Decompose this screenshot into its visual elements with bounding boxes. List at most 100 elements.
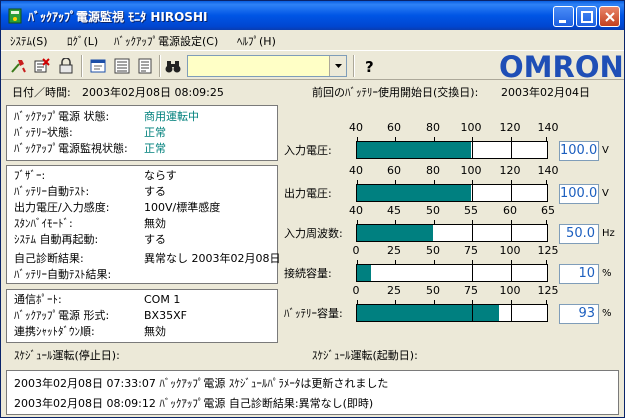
monitor-state-label: ﾊﾞｯｸｱｯﾌﾟ電源監視状態: xyxy=(14,142,128,155)
lock-icon[interactable] xyxy=(55,55,77,77)
gauge-unit: % xyxy=(602,268,612,279)
status-panel: ﾊﾞｯｸｱｯﾌﾟ電源 状態: 商用運転中 ﾊﾞｯﾃﾘｰ状態: 正常 ﾊﾞｯｸｱｯ… xyxy=(6,105,278,161)
ups-model-label: ﾊﾞｯｸｱｯﾌﾟ電源 形式: xyxy=(14,309,110,322)
svg-text:?: ? xyxy=(365,58,374,74)
datetime-label: 日付／時間: xyxy=(12,86,71,99)
comm-panel: 通信ﾎﾟｰﾄ: COM 1 ﾊﾞｯｸｱｯﾌﾟ電源 形式: BX35XF 連携ｼｬ… xyxy=(6,289,278,343)
gauge-label: 出力電圧: xyxy=(284,187,332,200)
menu-bar: ｼｽﾃﾑ(S) ﾛｸﾞ(L) ﾊﾞｯｸｱｯﾌﾟ電源設定(C) ﾍﾙﾌﾟ(H) xyxy=(1,30,624,50)
ups-model-value: BX35XF xyxy=(144,309,187,322)
gauge-scale-label: 75 xyxy=(464,284,478,297)
gauge-tick xyxy=(546,260,547,265)
gauge-tick xyxy=(357,220,358,225)
binoculars-icon[interactable] xyxy=(162,55,184,77)
shutdown-order-value: 無効 xyxy=(144,325,166,338)
gauge-threshold-mark xyxy=(472,265,473,281)
settings-panel: ﾌﾞｻﾞｰ: ならす ﾊﾞｯﾃﾘｰ自動ﾃｽﾄ: する 出力電圧/入力感度: 10… xyxy=(6,165,281,284)
gauge-unit: V xyxy=(602,188,609,199)
gauge-tick xyxy=(395,180,396,185)
output-voltage-value: 100V/標準感度 xyxy=(144,201,221,214)
battery-autotest-label: ﾊﾞｯﾃﾘｰ自動ﾃｽﾄ: xyxy=(14,185,90,198)
gauge-tick xyxy=(546,180,547,185)
menu-help[interactable]: ﾍﾙﾌﾟ(H) xyxy=(237,33,276,49)
shutdown-order-label: 連携ｼｬｯﾄﾀﾞｳﾝ順: xyxy=(14,325,95,338)
event-log[interactable]: 2003年02月08日 07:33:07 ﾊﾞｯｸｱｯﾌﾟ電源 ｽｹｼﾞｭｰﾙﾊ… xyxy=(6,370,619,415)
gauge-fill xyxy=(357,305,499,321)
self-diagnosis-value: 異常なし 2003年02月08日 xyxy=(144,252,281,265)
monitor-state-value: 正常 xyxy=(144,142,166,155)
gauge-scale-label: 100 xyxy=(499,284,521,297)
minimize-button[interactable] xyxy=(553,6,574,27)
menu-log[interactable]: ﾛｸﾞ(L) xyxy=(67,33,98,49)
list-icon[interactable] xyxy=(111,55,133,77)
gauge-scale-label: 40 xyxy=(349,204,363,217)
standby-mode-value: 無効 xyxy=(144,217,166,230)
document-icon[interactable] xyxy=(134,55,156,77)
comm-port-value: COM 1 xyxy=(144,293,181,306)
log-entry: 2003年02月08日 08:09:12 ﾊﾞｯｸｱｯﾌﾟ電源 自己診断結果:異… xyxy=(14,397,374,410)
gauge-label: 入力電圧: xyxy=(284,144,332,157)
gauge-scale-label: 60 xyxy=(387,121,401,134)
gauge-bar xyxy=(356,260,548,282)
gauge-unit: V xyxy=(602,145,609,156)
buzzer-label: ﾌﾞｻﾞｰ: xyxy=(14,169,46,182)
gauge-label: 入力周波数: xyxy=(284,227,343,240)
gauge-scale-label: 120 xyxy=(499,164,521,177)
gauge-scale-label: 100 xyxy=(460,164,482,177)
gauge-fill xyxy=(357,185,471,201)
gauge-scale-label: 125 xyxy=(537,284,559,297)
title-bar[interactable]: ﾊﾞｯｸｱｯﾌﾟ電源監視 ﾓﾆﾀ HIROSHI xyxy=(1,1,624,30)
gauge-scale-label: 100 xyxy=(460,121,482,134)
gauge-value: 100.0 xyxy=(559,184,599,204)
gauge-scale-label: 140 xyxy=(537,164,559,177)
gauge-scale-label: 40 xyxy=(349,121,363,134)
gauge-scale-label: 40 xyxy=(349,164,363,177)
gauge-threshold-mark xyxy=(511,185,512,201)
schedule-stop-label: ｽｹｼﾞｭｰﾙ運転(停止日): xyxy=(14,349,120,362)
gauge-threshold-mark xyxy=(472,305,473,321)
gauge-scale-label: 100 xyxy=(499,244,521,257)
gauge-value: 93 xyxy=(559,304,599,324)
auto-restart-label: ｼｽﾃﾑ 自動再起動: xyxy=(14,233,99,246)
gauge-bar xyxy=(356,300,548,322)
battery-capacity-gauge: 0 25 50 75 100 125 ﾊﾞｯﾃﾘｰ容量: 93% xyxy=(282,284,622,332)
gauge-area: 40 60 80 100 120 140 入力電圧: 100.0 V 40 60 80 100 120 1… xyxy=(282,105,622,345)
gauge-value: 50.0 xyxy=(559,224,599,244)
buzzer-value: ならす xyxy=(144,169,177,182)
gauge-threshold-mark xyxy=(511,142,512,158)
gauge-tick xyxy=(434,300,435,305)
comm-port-label: 通信ﾎﾟｰﾄ: xyxy=(14,293,62,306)
gauge-scale-label: 60 xyxy=(503,204,517,217)
window-icon[interactable] xyxy=(87,55,109,77)
stop-monitor-icon[interactable] xyxy=(31,55,53,77)
gauge-scale-label: 0 xyxy=(352,244,360,257)
menu-system[interactable]: ｼｽﾃﾑ(S) xyxy=(10,33,48,49)
gauge-scale-label: 65 xyxy=(541,204,555,217)
auto-restart-value: する xyxy=(144,233,166,246)
gauge-tick xyxy=(434,260,435,265)
maximize-button[interactable] xyxy=(576,6,597,27)
search-combo[interactable] xyxy=(187,55,347,77)
gauge-tick xyxy=(546,300,547,305)
gauge-threshold-mark xyxy=(472,142,473,158)
gauge-scale-label: 50 xyxy=(426,204,440,217)
self-diagnosis-label: 自己診断結果: xyxy=(14,252,84,265)
gauge-tick xyxy=(395,260,396,265)
combo-dropdown-button[interactable] xyxy=(329,56,346,76)
window-title: ﾊﾞｯｸｱｯﾌﾟ電源監視 ﾓﾆﾀ HIROSHI xyxy=(28,10,208,24)
gauge-scale-label: 120 xyxy=(499,121,521,134)
battery-change-label: 前回のﾊﾞｯﾃﾘｰ使用開始日(交換日): xyxy=(312,86,479,99)
menu-ups-settings[interactable]: ﾊﾞｯｸｱｯﾌﾟ電源設定(C) xyxy=(114,33,218,49)
ups-app-icon[interactable] xyxy=(7,8,23,24)
gauge-bar xyxy=(356,137,548,159)
toolbar: ? OMRON xyxy=(1,50,624,82)
gauge-scale-label: 25 xyxy=(387,284,401,297)
gauge-fill xyxy=(357,225,433,241)
connect-icon[interactable] xyxy=(7,55,29,77)
battery-state-value: 正常 xyxy=(144,126,166,139)
close-button[interactable] xyxy=(599,6,620,27)
gauge-unit: Hz xyxy=(602,228,615,239)
gauge-tick xyxy=(395,137,396,142)
gauge-tick xyxy=(357,260,358,265)
help-icon[interactable]: ? xyxy=(358,55,380,77)
